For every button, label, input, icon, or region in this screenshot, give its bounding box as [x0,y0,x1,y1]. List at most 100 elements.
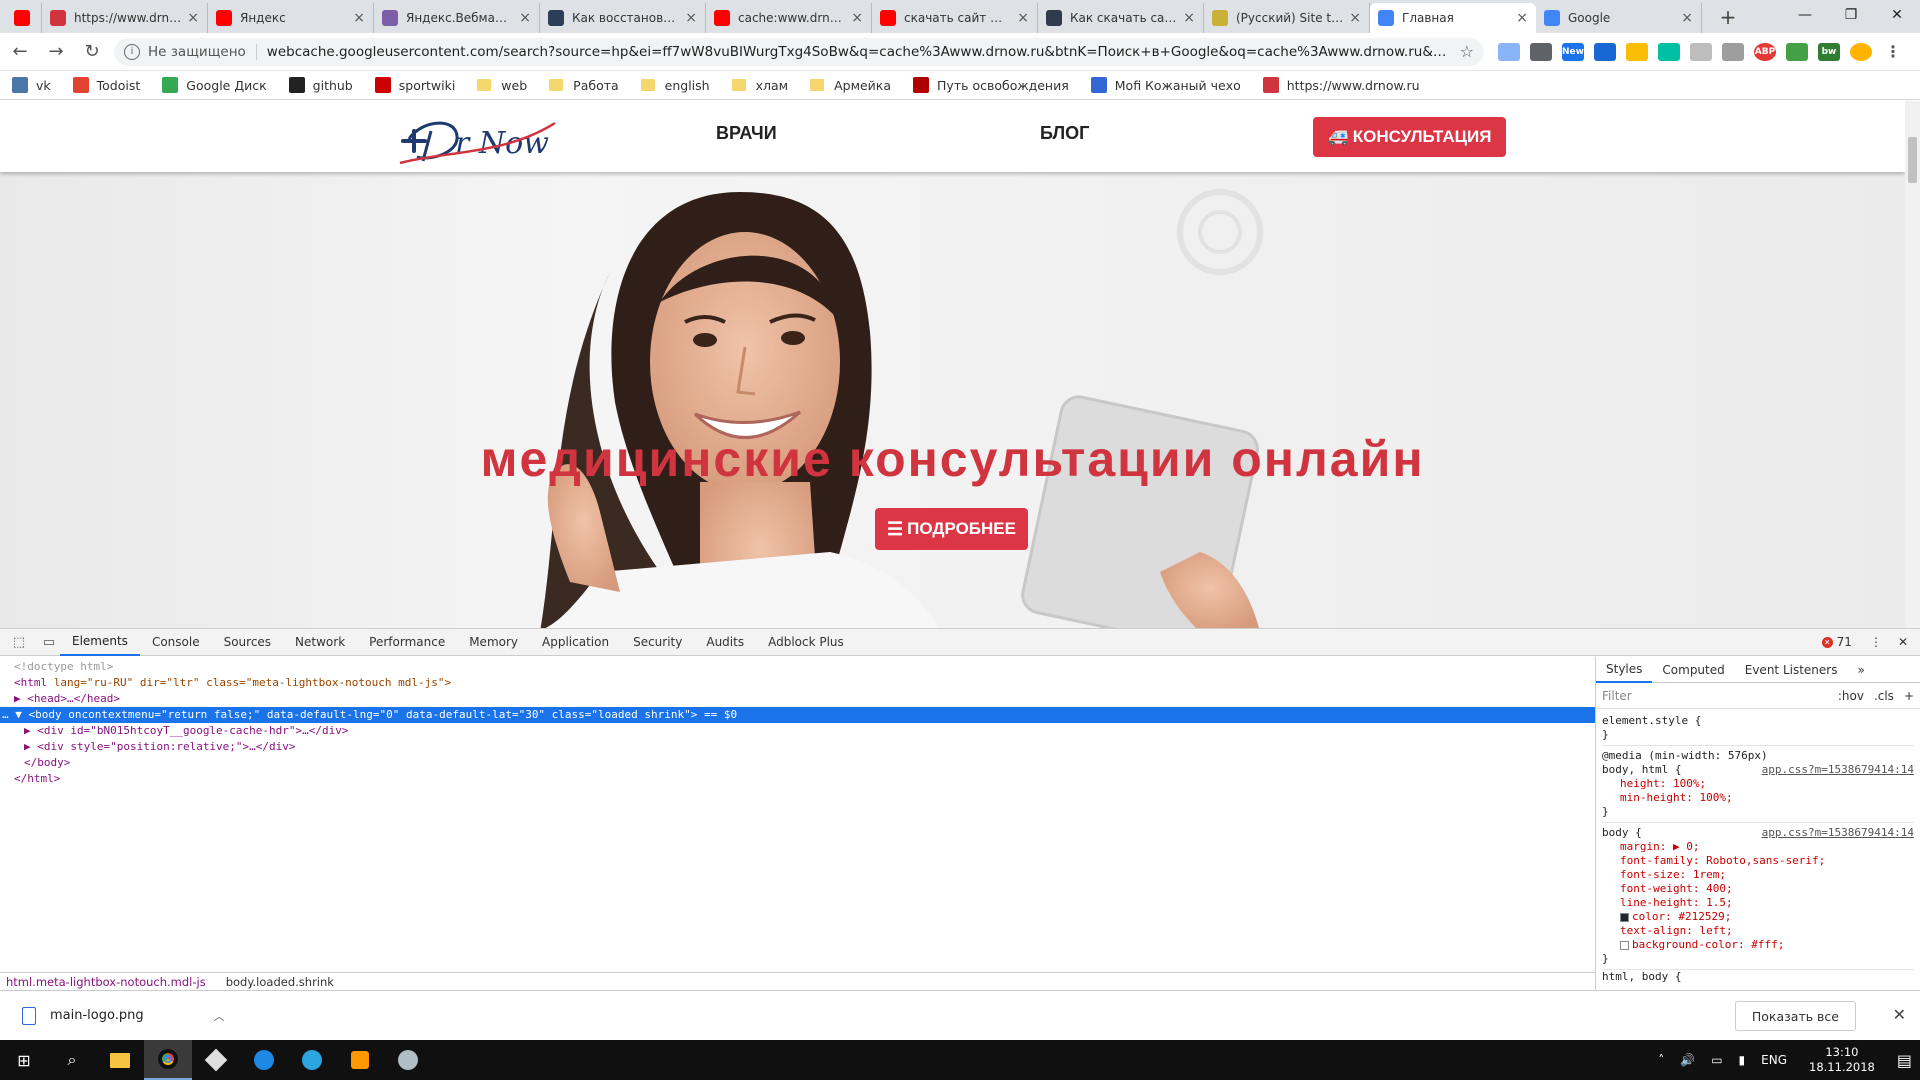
bookmark-item[interactable]: https://www.drnow.ru [1262,77,1420,93]
download-item[interactable]: main-logo.png ︿ [22,1006,225,1025]
scrollbar-thumb[interactable] [1908,137,1917,183]
tab-close-icon[interactable]: × [1017,10,1029,26]
forward-icon[interactable]: → [40,36,72,68]
tab-pinned[interactable] [0,3,42,33]
bookmark-folder[interactable]: Работа [549,78,619,93]
close-window-icon[interactable]: ✕ [1874,0,1920,30]
bookmark-folder[interactable]: Армейка [810,78,891,93]
dom-line[interactable]: <!doctype html> [0,659,1595,675]
devtools-tab-security[interactable]: Security [621,629,694,656]
extension-icon[interactable] [1658,42,1680,61]
devtools-tab-sources[interactable]: Sources [212,629,283,656]
css-property[interactable]: line-height: 1.5; [1620,896,1733,909]
devtools-tab-performance[interactable]: Performance [357,629,457,656]
css-property[interactable]: background-color: #fff; [1632,938,1784,951]
rule-source-link[interactable]: app.css?m=1538679414:14 [1762,826,1914,840]
tab-close-icon[interactable]: × [685,10,697,26]
dom-line[interactable]: </body> [0,755,1595,771]
css-property[interactable]: text-align: left; [1620,924,1733,937]
devtools-menu-icon[interactable]: ⋮ [1870,635,1882,649]
filter-input[interactable]: Filter [1602,689,1828,703]
rule-selector[interactable]: element.style { [1602,714,1914,728]
volume-icon[interactable]: 🔊 [1680,1053,1695,1067]
restore-icon[interactable]: ❐ [1828,0,1874,30]
shield-extension-icon[interactable] [1786,42,1808,61]
profile-avatar[interactable] [1850,42,1872,61]
extension-icon[interactable] [1690,42,1712,61]
devtools-tab-console[interactable]: Console [140,629,212,656]
devtools-tab-adblock-plus[interactable]: Adblock Plus [756,629,856,656]
browser-tab[interactable]: https://www.drnow × [42,3,208,33]
extension-icon[interactable] [1530,42,1552,61]
bookmark-item[interactable]: Google Диск [162,77,267,93]
sublime-icon[interactable] [336,1040,384,1080]
page-scrollbar[interactable] [1905,101,1920,628]
bookmark-item[interactable]: vk [12,77,51,93]
drnow-logo[interactable]: r Now [395,111,560,167]
devtools-tab-application[interactable]: Application [530,629,621,656]
extension-icon[interactable] [1722,42,1744,61]
css-property[interactable]: font-family: Roboto,sans-serif; [1620,854,1825,867]
new-tab-button[interactable]: + [1714,3,1742,31]
browser-tab[interactable]: Главная × [1370,3,1536,33]
info-icon[interactable]: i [124,43,140,60]
search-icon[interactable]: ⌕ [48,1040,96,1080]
url-text[interactable]: webcache.googleusercontent.com/search?so… [267,44,1452,60]
minimize-icon[interactable]: — [1782,0,1828,30]
browser-tab[interactable]: Google × [1536,3,1702,33]
tab-computed[interactable]: Computed [1652,657,1734,683]
dom-line[interactable]: ▶ <div style="position:relative;">…</div… [0,739,1595,755]
devtools-close-icon[interactable]: ✕ [1898,635,1908,649]
browser-tab[interactable]: Как восстановить × [540,3,706,33]
bookmark-item[interactable]: github [288,77,353,93]
css-property[interactable]: margin: ▶ 0; [1620,840,1699,853]
chevron-up-icon[interactable]: ︿ [214,1008,225,1024]
network-icon[interactable]: ▭ [1711,1053,1722,1067]
back-icon[interactable]: ← [4,36,36,68]
nav-blog[interactable]: БЛОГ [1040,123,1089,144]
device-toolbar-icon[interactable]: ▭ [38,633,60,651]
adblock-icon[interactable]: ABP [1754,42,1776,61]
devtools-tab-network[interactable]: Network [283,629,357,656]
tab-close-icon[interactable]: × [1349,10,1361,26]
devtools-tab-memory[interactable]: Memory [457,629,530,656]
browser-tab[interactable]: скачать сайт — Ян × [872,3,1038,33]
error-count[interactable]: ✕ 71 [1821,635,1852,649]
more-tabs-icon[interactable]: » [1847,657,1874,683]
color-swatch[interactable] [1620,912,1629,922]
browser-tab[interactable]: (Русский) Site to Z × [1204,3,1370,33]
address-bar[interactable]: i Не защищено webcache.googleusercontent… [114,37,1484,66]
windows-start-icon[interactable]: ⊞ [0,1040,48,1080]
css-property[interactable]: min-height: 100%; [1620,791,1733,804]
bookmark-item[interactable]: Путь освобождения [913,77,1069,93]
devtools-tab-audits[interactable]: Audits [694,629,756,656]
css-property[interactable]: font-size: 1rem; [1620,868,1726,881]
git-icon[interactable] [192,1040,240,1080]
inspect-element-icon[interactable]: ⬚ [8,633,30,651]
app-icon[interactable] [384,1040,432,1080]
close-shelf-icon[interactable]: ✕ [1893,1005,1906,1024]
firefox-icon[interactable] [240,1040,288,1080]
menu-dots-icon[interactable]: ⋮ [1882,42,1904,61]
cls-toggle[interactable]: .cls [1874,689,1894,703]
dom-line-selected[interactable]: … ▼ <body oncontextmenu="return false;" … [0,707,1595,723]
css-property[interactable]: font-weight: 400; [1620,882,1733,895]
breadcrumb-html[interactable]: html.meta-lightbox-notouch.mdl-js [6,975,206,989]
language-indicator[interactable]: ENG [1761,1053,1787,1067]
telegram-icon[interactable] [288,1040,336,1080]
bookmark-folder[interactable]: хлам [731,78,788,93]
bookmark-star-icon[interactable]: ☆ [1460,42,1474,61]
chevron-up-icon[interactable]: ˄ [1658,1053,1664,1067]
new-extension-icon[interactable]: New [1562,42,1584,61]
dom-line[interactable]: ▶ <div id="bN015htcoyT__google-cache-hdr… [0,723,1595,739]
tab-close-icon[interactable]: × [353,10,365,26]
bookmark-folder[interactable]: english [640,78,710,93]
rule-selector[interactable]: body { [1602,826,1642,840]
rule-selector[interactable]: html, body { [1602,970,1914,984]
consultation-button[interactable]: 🚑 КОНСУЛЬТАЦИЯ [1313,117,1506,157]
tab-close-icon[interactable]: × [851,10,863,26]
tab-close-icon[interactable]: × [1516,10,1528,26]
bookmark-folder[interactable]: web [477,78,527,93]
bookmark-item[interactable]: Mofi Кожаный чехо [1090,77,1241,93]
nav-doctors[interactable]: ВРАЧИ [716,123,777,144]
